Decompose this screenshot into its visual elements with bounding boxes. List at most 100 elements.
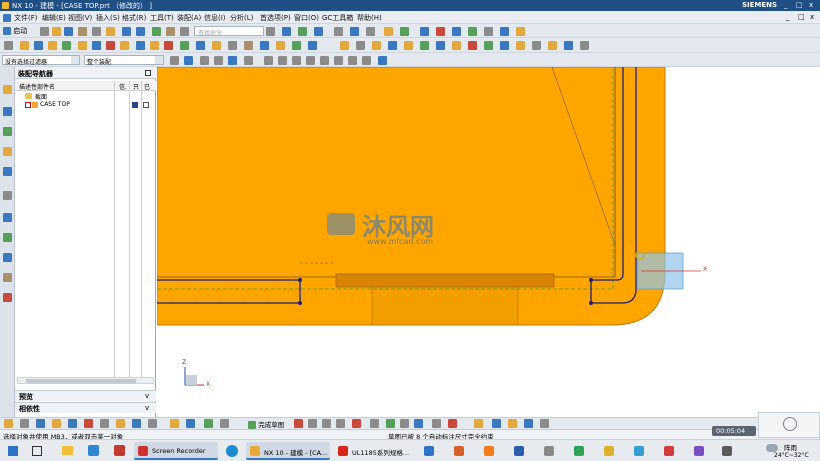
view-sketch-icon[interactable] (36, 419, 45, 428)
menu-gc-toolkit[interactable]: GC工具箱 (322, 13, 353, 23)
open-icon[interactable] (52, 27, 61, 36)
point-icon[interactable] (400, 419, 409, 428)
history-icon[interactable] (3, 191, 12, 200)
update-model-icon[interactable] (84, 419, 93, 428)
pmi-icon[interactable] (532, 41, 541, 50)
subtract-icon[interactable] (106, 41, 115, 50)
drafting-icon[interactable] (500, 41, 509, 50)
menu-view[interactable]: 视图(V) (68, 13, 92, 23)
quick-extend-icon[interactable] (474, 419, 483, 428)
menu-analysis[interactable]: 分析(L) (230, 13, 253, 23)
tray-icon[interactable] (514, 446, 524, 456)
taskbar-app-pdf[interactable]: UL1185系列规格... (334, 442, 418, 460)
doc-close-button[interactable]: x (810, 13, 814, 21)
tray-icon[interactable] (694, 446, 704, 456)
menu-help[interactable]: 帮助(H) (357, 13, 382, 23)
more-sketch-icon[interactable] (540, 419, 549, 428)
snap-quadrant-icon[interactable] (278, 56, 287, 65)
repeat-command-icon[interactable] (152, 27, 161, 36)
evaluate-sketch-icon[interactable] (116, 419, 125, 428)
view-orientation-icon[interactable] (314, 27, 323, 36)
scope-dropdown[interactable]: 整个装配 (84, 55, 164, 66)
edge-blend-icon[interactable] (150, 41, 159, 50)
datum-axis-icon[interactable] (292, 41, 301, 50)
reattach-icon[interactable] (52, 419, 61, 428)
menu-window[interactable]: 窗口(O) (294, 13, 319, 23)
mirror-icon[interactable] (212, 41, 221, 50)
paste-icon[interactable] (106, 27, 115, 36)
render-style-icon[interactable] (334, 27, 343, 36)
mass-props-icon[interactable] (564, 41, 573, 50)
touch-mode-icon[interactable] (166, 27, 175, 36)
new-icon[interactable] (40, 27, 49, 36)
rapid-dimension-icon[interactable] (508, 419, 517, 428)
more-icon[interactable] (580, 41, 589, 50)
clip-icon[interactable] (468, 27, 477, 36)
process-studio-icon[interactable] (3, 213, 12, 222)
minimize-button[interactable]: _ (784, 1, 788, 9)
sync-modeling-icon[interactable] (340, 41, 349, 50)
draft-icon[interactable] (180, 41, 189, 50)
annotation-icon[interactable] (516, 41, 525, 50)
tray-icon[interactable] (544, 446, 554, 456)
line-icon[interactable] (308, 419, 317, 428)
rectangle-icon[interactable] (370, 419, 379, 428)
redo-icon[interactable] (136, 27, 145, 36)
make-reference-icon[interactable] (132, 419, 141, 428)
geometric-constraint-icon[interactable] (524, 419, 533, 428)
hole-icon[interactable] (62, 41, 71, 50)
system-scene-icon[interactable] (3, 253, 12, 262)
infer-constraints-icon[interactable] (170, 419, 179, 428)
selection-settings-icon[interactable] (170, 56, 179, 65)
window-switch-icon[interactable] (180, 27, 189, 36)
replace-face-icon[interactable] (356, 41, 365, 50)
delay-evaluation-icon[interactable] (100, 419, 109, 428)
roles-icon[interactable] (3, 233, 12, 242)
navigator-tree-item[interactable]: 截面 (25, 92, 150, 101)
tray-icon[interactable] (424, 446, 434, 456)
offset-curve-icon[interactable] (414, 419, 423, 428)
column-part-name[interactable]: 描述性部件名 (19, 82, 55, 91)
menu-file[interactable]: 文件(F) (14, 13, 38, 23)
datum-plane-icon[interactable] (276, 41, 285, 50)
copy-icon[interactable] (92, 27, 101, 36)
column-modified[interactable]: 已 (144, 82, 150, 91)
revolve-icon[interactable] (20, 41, 29, 50)
snap-settings-icon[interactable] (378, 56, 387, 65)
navigator-tree-item[interactable]: CASE TOP (25, 101, 155, 110)
part-navigator-icon[interactable] (3, 127, 12, 136)
file-explorer-icon[interactable] (62, 446, 73, 455)
app-icon-red[interactable] (114, 445, 125, 456)
tray-icon[interactable] (484, 446, 494, 456)
snap-existing-point-icon[interactable] (292, 56, 301, 65)
alternate-solution-icon[interactable] (204, 419, 213, 428)
checkbox-icon[interactable] (25, 102, 31, 108)
quick-trim-icon[interactable] (448, 419, 457, 428)
app-icon-blue[interactable] (88, 445, 99, 456)
snap-bounded-grid-icon[interactable] (320, 56, 329, 65)
intersect-icon[interactable] (120, 41, 129, 50)
sketch-icon[interactable] (516, 27, 525, 36)
paint-icon[interactable] (548, 41, 557, 50)
column-info[interactable]: 信. (119, 82, 127, 91)
move-face-icon[interactable] (308, 41, 317, 50)
tray-icon[interactable] (664, 446, 674, 456)
snap-arc-center-icon[interactable] (334, 56, 343, 65)
snap-icon[interactable] (20, 419, 29, 428)
windows-start-icon[interactable] (8, 446, 18, 456)
scrollbar-thumb[interactable] (26, 379, 136, 383)
trim-body-icon[interactable] (228, 41, 237, 50)
snap-control-icon[interactable] (228, 56, 237, 65)
measure-icon[interactable] (452, 27, 461, 36)
graphics-window[interactable]: 沐风网 www.mfcad.com X Z X (157, 67, 820, 417)
palette-icon[interactable] (3, 273, 12, 282)
search-icon[interactable] (266, 27, 275, 36)
doc-minimize-button[interactable]: _ (786, 13, 790, 21)
snap-endpoint-icon[interactable] (200, 56, 209, 65)
hd3d-tools-icon[interactable] (3, 293, 12, 302)
csys-icon[interactable] (484, 27, 493, 36)
task-view-icon[interactable] (32, 446, 42, 456)
model-canvas[interactable] (157, 67, 820, 417)
wireframe-icon[interactable] (366, 27, 375, 36)
animate-dimension-icon[interactable] (148, 419, 157, 428)
